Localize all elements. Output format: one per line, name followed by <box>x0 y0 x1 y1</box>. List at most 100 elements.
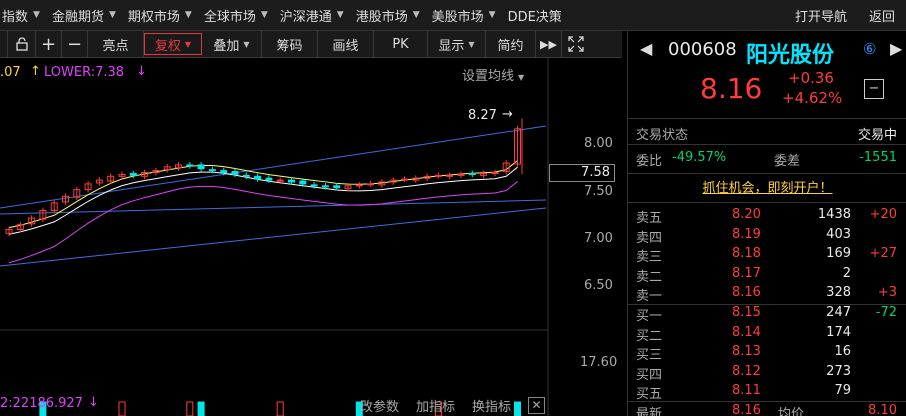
menu-connect[interactable]: 沪深港通 ▼ <box>274 0 350 31</box>
ask-row[interactable]: 卖一 8.16 328 +3 <box>628 284 906 304</box>
book-level-label: 买五 <box>636 387 663 402</box>
open-account-link[interactable]: 抓住机会，即刻开户！ <box>702 181 832 196</box>
current-price-tag: 7.58 <box>549 164 615 182</box>
down-candle <box>129 172 137 176</box>
book-price: 8.12 <box>732 363 761 379</box>
book-volume: 403 <box>826 226 851 242</box>
kline-chart[interactable]: .07 ↑ LOWER:7.38 ↓ 设置均线 ▼ 8.27 → 8.00 7.5… <box>0 58 622 416</box>
down-candle <box>321 185 329 188</box>
indicator-header: 2:22186.927 ↓ 改参数 加指标 换指标 ✕ <box>0 389 548 415</box>
prev-stock-icon[interactable]: ◀ <box>640 39 652 58</box>
menu-options-market[interactable]: 期权市场 ▼ <box>122 0 198 31</box>
book-volume: 79 <box>834 383 851 398</box>
ask-row[interactable]: 卖五 8.20 1438 +20 <box>628 206 906 226</box>
adjust-button[interactable]: 复权 ▼ <box>144 33 202 55</box>
ask-row[interactable]: 卖二 8.17 2 <box>628 265 906 285</box>
ma-magenta-line <box>8 181 518 264</box>
highlight-button[interactable]: 亮点 <box>88 31 144 57</box>
menu-hk-market-label: 港股市场 <box>355 9 408 25</box>
bid-row[interactable]: 买一 8.15 247 -72 <box>628 304 906 324</box>
menu-hk-market[interactable]: 港股市场 ▼ <box>350 0 426 31</box>
channel-mid-line <box>0 199 547 215</box>
menu-dde[interactable]: DDE决策 <box>502 0 568 31</box>
chips-label: 筹码 <box>276 38 303 54</box>
stock-header: ◀ 000608 阳光股份 ⑥ ▶ <box>628 37 906 68</box>
chevron-down-icon: ▼ <box>184 10 192 20</box>
up-candle <box>446 174 454 177</box>
display-label: 显示 <box>438 38 465 54</box>
latest-value: 8.16 <box>732 403 761 416</box>
overlay-label: 叠加 <box>213 38 240 54</box>
next-stock-icon[interactable]: ▶ <box>890 39 902 58</box>
ask-row[interactable]: 卖四 8.19 403 <box>628 226 906 246</box>
book-delta: +3 <box>877 285 897 300</box>
chevron-down-icon: ▼ <box>243 39 250 49</box>
down-arrow-icon: ↓ <box>136 64 147 79</box>
zoom-in-button[interactable]: + <box>36 31 62 57</box>
chevron-down-icon: ▼ <box>468 39 475 49</box>
lower-label: LOWER:7.38 <box>44 65 125 80</box>
chevron-down-icon: ▼ <box>412 10 420 20</box>
chips-button[interactable]: 筹码 <box>262 31 318 57</box>
open-account-ad[interactable]: 抓住机会，即刻开户！ <box>628 177 906 199</box>
overlay-button[interactable]: 叠加 ▼ <box>202 31 262 57</box>
down-candle <box>197 164 205 170</box>
bid-row[interactable]: 买五 8.11 79 <box>628 382 906 402</box>
switch-indicator-button[interactable]: 换指标 <box>472 396 511 415</box>
draw-line-button[interactable]: 画线 <box>318 31 374 57</box>
book-level-label: 买一 <box>636 309 663 324</box>
ma-white-line <box>8 166 518 235</box>
bid-row[interactable]: 买四 8.12 273 <box>628 363 906 383</box>
weibi-row: 委比 -49.57% 委差 -1551 <box>628 148 906 170</box>
set-ma-button[interactable]: 设置均线 ▼ <box>462 65 524 84</box>
menu-dde-label: DDE决策 <box>507 9 562 25</box>
pk-button[interactable]: PK <box>374 31 428 57</box>
pk-label: PK <box>392 36 409 52</box>
down-candle <box>231 171 239 175</box>
book-volume: 1438 <box>817 207 851 222</box>
book-volume: 16 <box>834 344 851 359</box>
quote-panel: ◀ 000608 阳光股份 ⑥ ▶ 8.16 +0.36 +4.62% − 交易… <box>627 31 906 416</box>
collapse-button[interactable]: − <box>864 79 884 99</box>
price-change: +0.36 <box>788 69 834 87</box>
set-ma-label: 设置均线 <box>462 69 515 84</box>
menu-global-market[interactable]: 全球市场 ▼ <box>198 0 274 31</box>
chevron-down-icon: ▼ <box>33 10 40 20</box>
book-delta: -72 <box>875 305 897 320</box>
open-navigation-button[interactable]: 打开导航 <box>784 0 858 31</box>
upper-value: .07 <box>0 65 21 80</box>
double-chevron-right-icon: ▶▶ <box>540 37 557 51</box>
simple-button[interactable]: 简约 <box>486 31 536 57</box>
ask-row[interactable]: 卖三 8.18 169 +27 <box>628 245 906 265</box>
stock-badge: ⑥ <box>863 40 877 58</box>
divider <box>628 173 906 174</box>
display-button[interactable]: 显示 ▼ <box>428 31 486 57</box>
latest-label: 最新 <box>636 407 663 416</box>
bid-row[interactable]: 买三 8.13 16 <box>628 343 906 363</box>
menu-global-market-label: 全球市场 <box>203 9 256 25</box>
up-candle <box>367 183 375 186</box>
book-volume: 169 <box>826 246 851 261</box>
back-button[interactable]: 返回 <box>858 0 906 31</box>
menu-index[interactable]: 指数 ▼ <box>0 0 46 31</box>
add-indicator-button[interactable]: 加指标 <box>416 396 455 415</box>
menu-us-market[interactable]: 美股市场 ▼ <box>426 0 502 31</box>
avg-label: 均价 <box>778 407 805 416</box>
zoom-out-button[interactable]: − <box>62 31 88 57</box>
up-candle <box>355 184 363 187</box>
last-price: 8.16 <box>700 72 763 105</box>
expand-right-button[interactable]: ▶▶ <box>536 31 562 57</box>
fullscreen-button[interactable] <box>562 31 590 57</box>
change-params-button[interactable]: 改参数 <box>360 396 399 415</box>
down-candle <box>310 184 318 187</box>
menu-us-market-label: 美股市场 <box>431 9 484 25</box>
menu-financial-futures[interactable]: 金融期货 ▼ <box>46 0 122 31</box>
book-price: 8.17 <box>732 265 761 281</box>
lock-button[interactable] <box>8 31 36 57</box>
stock-name: 阳光股份 <box>746 43 835 68</box>
minus-icon: − <box>868 81 880 96</box>
close-icon[interactable]: ✕ <box>528 397 545 414</box>
lock-icon <box>15 37 28 51</box>
kline-svg <box>0 58 549 416</box>
bid-row[interactable]: 买二 8.14 174 <box>628 324 906 344</box>
